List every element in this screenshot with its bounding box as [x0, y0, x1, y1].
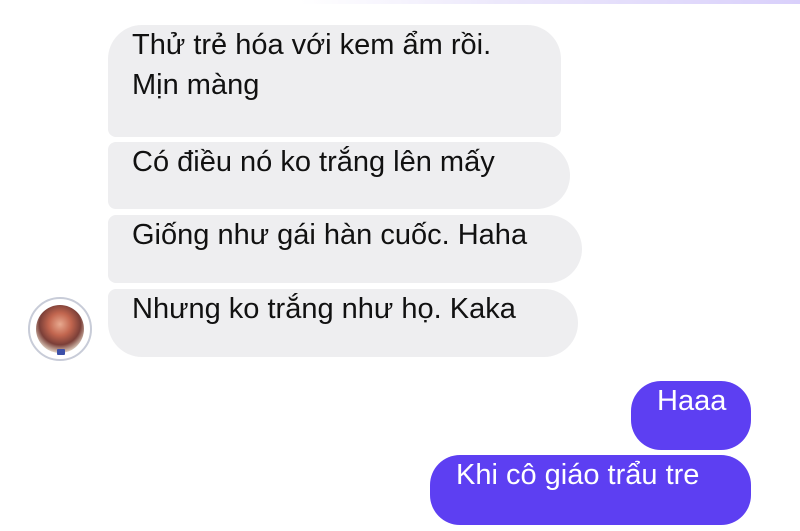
message-text-line: Có điều nó ko trắng lên mấy	[132, 146, 495, 178]
message-text-line: Giống như gái hàn cuốc. Haha	[132, 219, 528, 251]
message-text-line: Mịn màng	[132, 69, 260, 101]
outgoing-message-bubble[interactable]: Haaa	[631, 381, 751, 450]
message-text-line: Haaa	[657, 385, 727, 417]
message-text-line: Thử trẻ hóa với kem ẩm rồi.	[132, 29, 492, 61]
incoming-message-bubble[interactable]: Giống như gái hàn cuốc. Haha	[108, 215, 582, 283]
message-text-line: Khi cô giáo trẩu tre	[456, 459, 700, 491]
incoming-message-bubble[interactable]: Có điều nó ko trắng lên mấy	[108, 142, 570, 209]
sender-avatar[interactable]	[28, 297, 92, 361]
avatar-photo	[36, 305, 84, 353]
outgoing-message-bubble[interactable]: Khi cô giáo trẩu tre	[430, 455, 751, 525]
message-text-line: Nhưng ko trắng như họ. Kaka	[132, 293, 516, 325]
avatar-badge-icon	[57, 349, 65, 355]
incoming-message-bubble[interactable]: Thử trẻ hóa với kem ẩm rồi. Mịn màng	[108, 25, 561, 137]
top-bar-edge	[300, 0, 800, 4]
incoming-message-bubble[interactable]: Nhưng ko trắng như họ. Kaka	[108, 289, 578, 357]
